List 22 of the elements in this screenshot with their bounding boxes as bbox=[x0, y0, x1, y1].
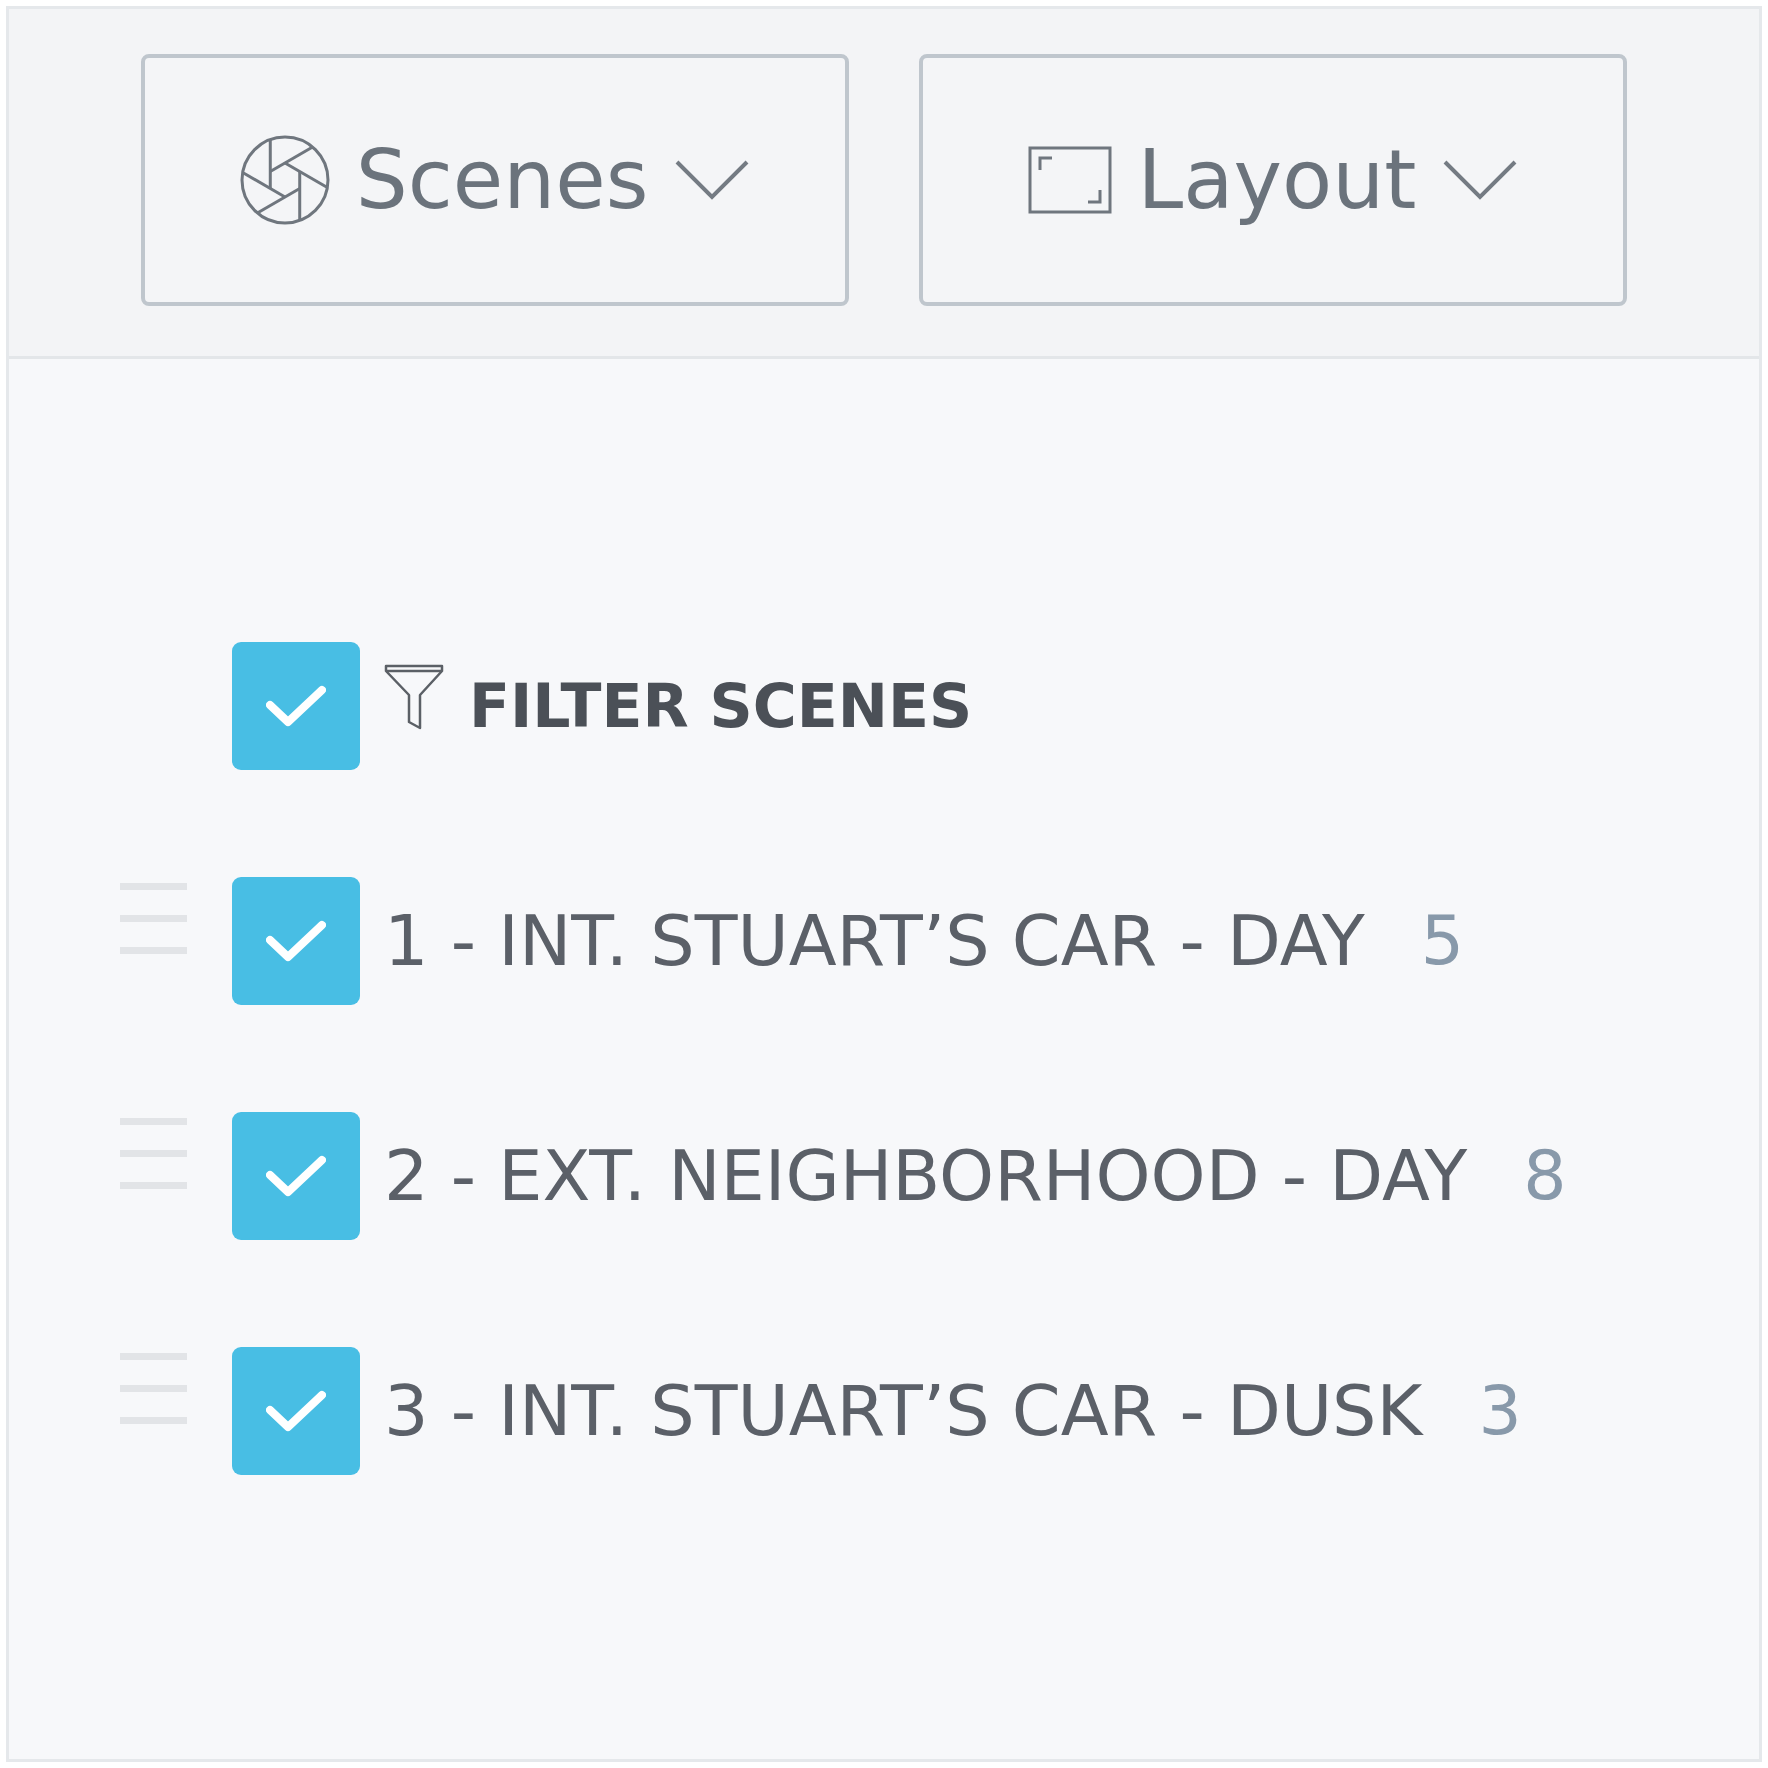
scene-title: 2 - EXT. NEIGHBORHOOD - DAY bbox=[384, 1141, 1468, 1211]
chevron-down-icon bbox=[1442, 159, 1519, 201]
checkbox[interactable] bbox=[232, 877, 360, 1005]
checkbox[interactable] bbox=[232, 1112, 360, 1240]
checkmark-icon bbox=[266, 1155, 326, 1197]
checkmark-icon bbox=[266, 685, 326, 727]
checkmark-icon bbox=[266, 1390, 326, 1432]
dropdown-button[interactable]: Scenes bbox=[141, 54, 849, 306]
scene-count: 5 bbox=[1420, 907, 1465, 975]
checkbox[interactable] bbox=[232, 1347, 360, 1475]
dropdown-button[interactable]: Layout bbox=[919, 54, 1627, 306]
checkbox[interactable] bbox=[232, 642, 360, 770]
filter-label: FILTER SCENES bbox=[469, 676, 973, 736]
scene-title: 1 - INT. STUART’S CAR - DAY bbox=[384, 906, 1365, 976]
scene-count: 3 bbox=[1478, 1377, 1522, 1445]
checkmark-icon bbox=[266, 920, 326, 962]
filter-icon bbox=[383, 663, 445, 731]
frame-icon bbox=[1027, 146, 1112, 214]
aperture-icon bbox=[239, 135, 330, 225]
scene-title: 3 - INT. STUART’S CAR - DUSK bbox=[384, 1376, 1423, 1446]
scene-count: 8 bbox=[1523, 1142, 1567, 1210]
chevron-down-icon bbox=[674, 159, 751, 201]
